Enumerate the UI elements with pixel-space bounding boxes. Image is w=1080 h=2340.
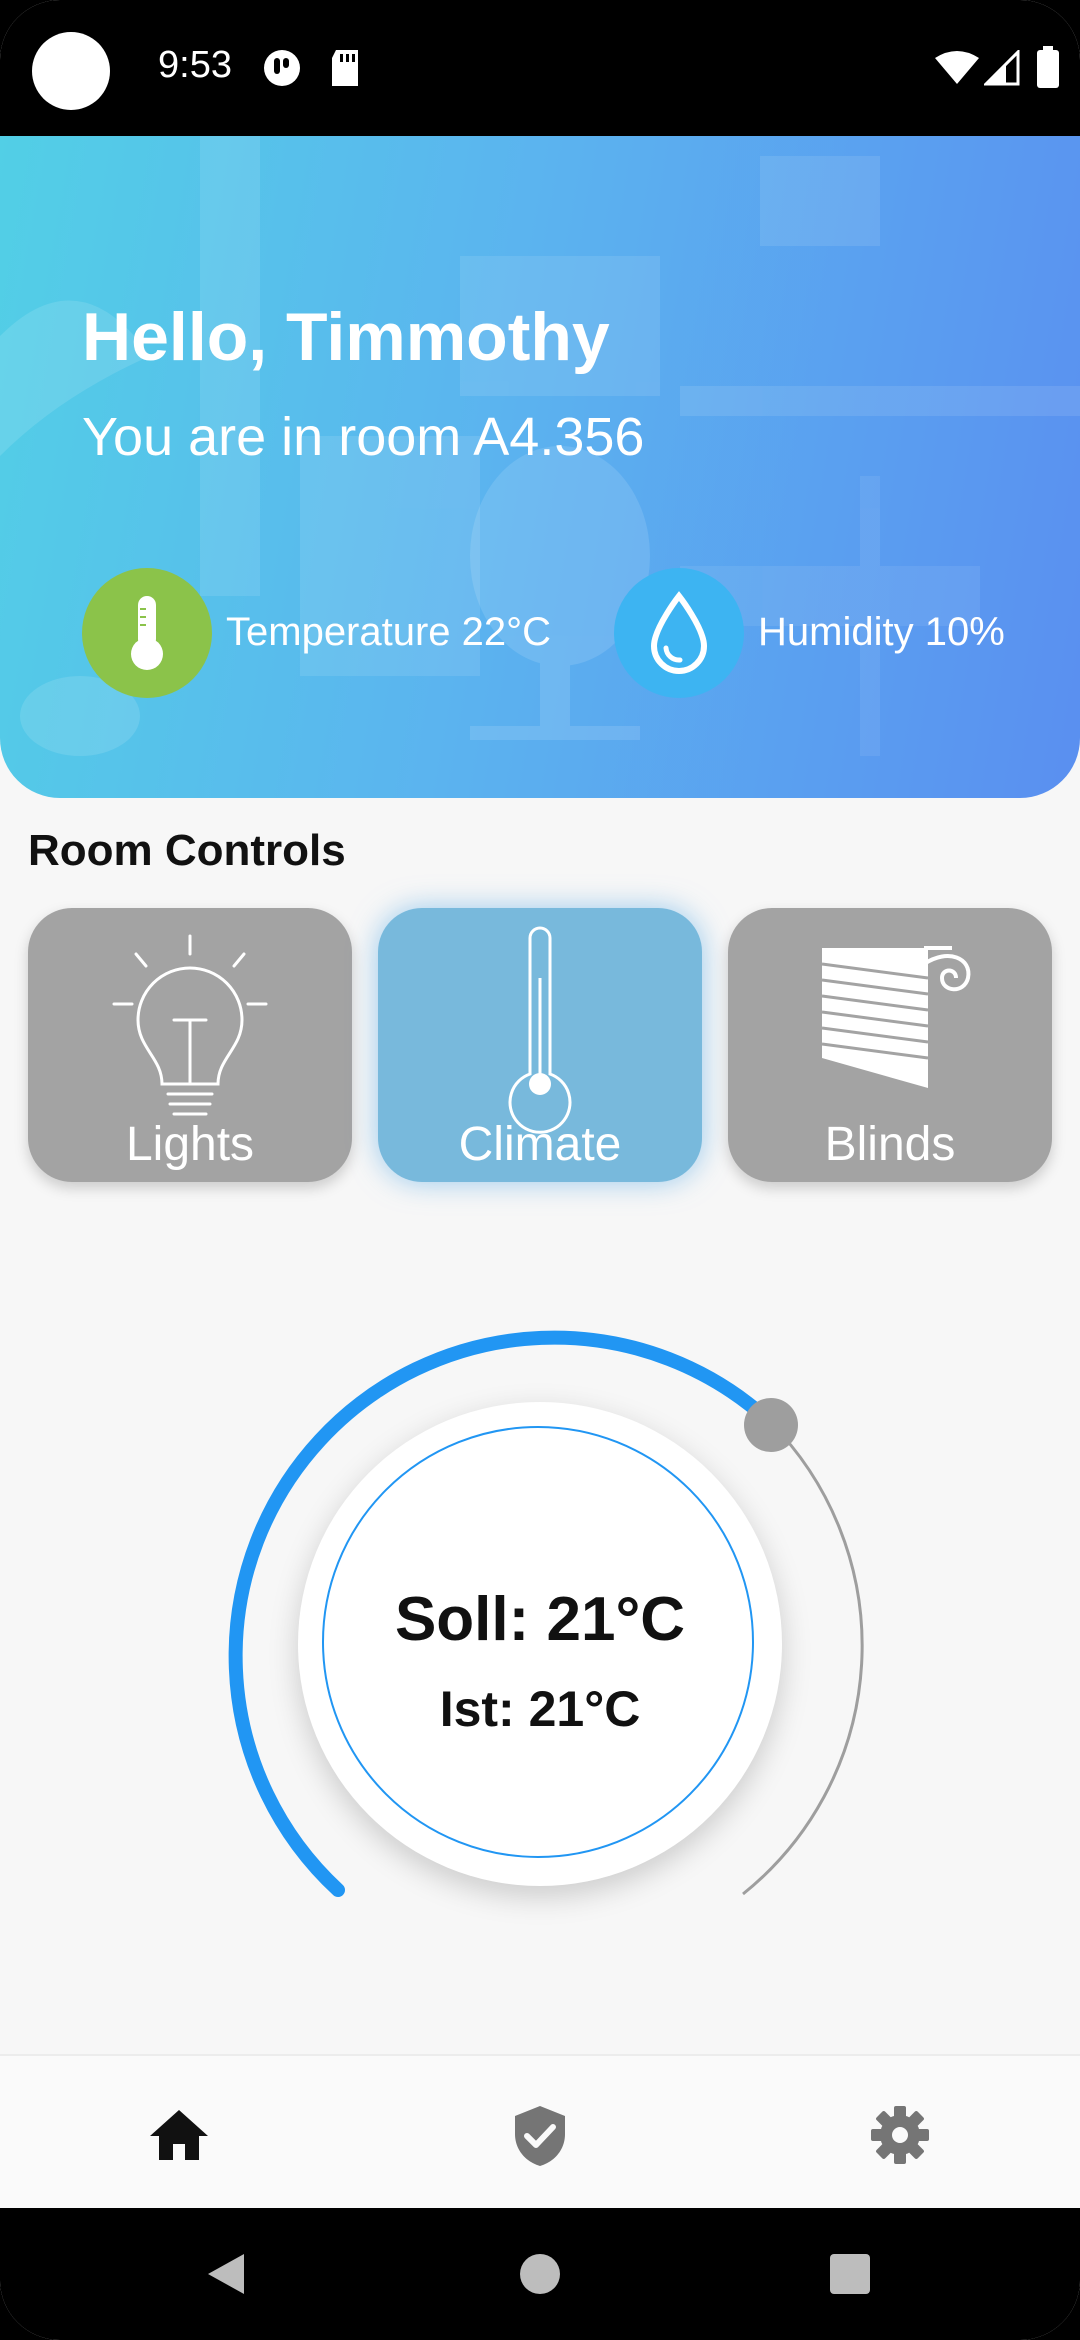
droplet-icon bbox=[650, 591, 708, 674]
welcome-header: Hello, Timmothy You are in room A4.356 T… bbox=[0, 136, 1080, 798]
setpoint-temperature: Soll: 21°C bbox=[394, 1585, 686, 1654]
lights-card-label: Lights bbox=[125, 1118, 255, 1171]
recents-icon[interactable] bbox=[828, 2252, 872, 2296]
system-navigation-bar bbox=[0, 2208, 1080, 2340]
temperature-dial: Soll: 21°C Ist: 21°C bbox=[0, 1290, 1080, 1950]
home-icon[interactable] bbox=[144, 2100, 214, 2170]
status-time: 9:53 bbox=[158, 44, 232, 86]
status-bar: 9:53 bbox=[0, 0, 1080, 136]
humidity-label: Humidity 10% bbox=[758, 610, 1005, 654]
app-screen: 9:53 Hello, Timmothy You are in room A4.… bbox=[0, 0, 1080, 2340]
home-circle-icon[interactable] bbox=[518, 2252, 562, 2296]
climate-control-card[interactable]: Climate bbox=[378, 908, 702, 1182]
thermometer-icon bbox=[131, 596, 163, 670]
shield-check-icon[interactable] bbox=[505, 2100, 575, 2170]
battery-icon bbox=[1037, 46, 1059, 88]
room-subtitle: You are in room A4.356 bbox=[82, 407, 645, 467]
blinds-card-label: Blinds bbox=[824, 1118, 956, 1171]
blinds-control-card[interactable]: Blinds bbox=[728, 908, 1052, 1182]
notification-app-icon bbox=[264, 50, 300, 86]
signal-icon bbox=[984, 50, 1020, 86]
sd-card-icon bbox=[332, 50, 358, 86]
temperature-badge bbox=[82, 568, 212, 698]
dial-handle[interactable] bbox=[744, 1398, 798, 1452]
greeting-heading: Hello, Timmothy bbox=[82, 299, 610, 375]
back-icon[interactable] bbox=[204, 2252, 248, 2296]
room-controls-title: Room Controls bbox=[28, 826, 346, 875]
temperature-label: Temperature 22°C bbox=[226, 610, 552, 654]
humidity-badge bbox=[614, 568, 744, 698]
gear-icon[interactable] bbox=[865, 2100, 935, 2170]
climate-card-label: Climate bbox=[458, 1118, 622, 1171]
lights-control-card[interactable]: Lights bbox=[28, 908, 352, 1182]
camera-cutout bbox=[32, 32, 110, 110]
wifi-icon bbox=[935, 51, 979, 84]
dial-center: Soll: 21°C Ist: 21°C bbox=[298, 1402, 782, 1886]
bottom-navigation bbox=[0, 2054, 1080, 2210]
current-temperature: Ist: 21°C bbox=[439, 1681, 641, 1737]
